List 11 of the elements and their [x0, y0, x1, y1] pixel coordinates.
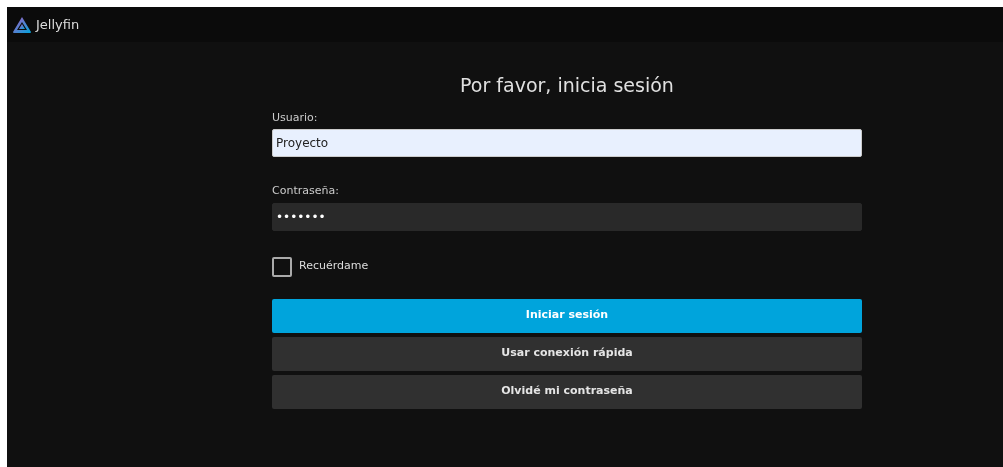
- remember-checkbox[interactable]: [272, 256, 292, 277]
- action-button[interactable]: Olvidé mi contraseña: [272, 374, 862, 409]
- field-label: Contraseña:: [272, 183, 340, 199]
- input-field[interactable]: •••••••: [272, 202, 862, 231]
- form-title: Por favor, inicia sesión: [459, 73, 675, 98]
- action-button[interactable]: Usar conexión rápida: [272, 336, 862, 371]
- brand-name: Jellyfin: [36, 15, 80, 34]
- field-label: Usuario:: [272, 109, 319, 126]
- remember-label: Recuérdame: [299, 258, 369, 275]
- logo-icon: [12, 15, 32, 34]
- input-field[interactable]: Proyecto: [272, 129, 862, 157]
